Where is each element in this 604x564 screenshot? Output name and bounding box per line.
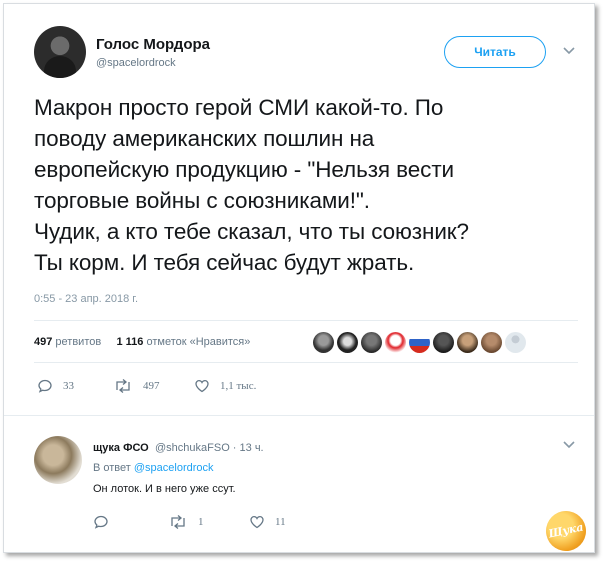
divider	[34, 362, 578, 363]
chevron-down-icon[interactable]	[562, 440, 576, 450]
tweet-text: Макрон просто герой СМИ какой-то. По пов…	[34, 95, 469, 275]
divider	[4, 415, 594, 416]
retweets-label: ретвитов	[55, 336, 102, 348]
heart-icon	[195, 379, 209, 393]
heart-icon	[250, 515, 264, 529]
retweet-icon	[116, 379, 130, 393]
author-display-name[interactable]: Голос Мордора	[96, 36, 210, 53]
reply-text: Он лоток. И в него уже ссут.	[93, 483, 236, 495]
divider	[34, 320, 578, 321]
reply-count: 33	[63, 380, 74, 392]
liker-avatar[interactable]	[481, 332, 502, 353]
like-action[interactable]: 1,1 тыс.	[194, 378, 256, 394]
tweet-timestamp[interactable]: 0:55 - 23 апр. 2018 г.	[34, 293, 138, 305]
liker-avatar[interactable]	[313, 332, 334, 353]
retweet-icon	[171, 515, 185, 529]
follow-button[interactable]: Читать	[444, 36, 546, 68]
reply-icon	[94, 515, 108, 529]
retweet-count: 497	[143, 380, 160, 392]
like-count: 11	[275, 516, 286, 528]
liker-avatar[interactable]	[337, 332, 358, 353]
like-action[interactable]: 11	[249, 514, 286, 530]
liker-avatar[interactable]	[385, 332, 406, 353]
author-handle[interactable]: @spacelordrock	[96, 57, 176, 69]
liker-avatar[interactable]	[457, 332, 478, 353]
reply-action[interactable]: 33	[37, 378, 74, 394]
like-count: 1,1 тыс.	[220, 380, 257, 392]
reply-icon	[38, 379, 52, 393]
likers-avatars	[313, 332, 526, 353]
tweet-card: Голос Мордора @spacelordrock Читать Макр…	[3, 3, 595, 555]
engagement-stats: 497 ретвитов 1 116 отметок «Нравится»	[34, 336, 250, 348]
liker-avatar[interactable]	[433, 332, 454, 353]
author-avatar[interactable]	[34, 26, 86, 78]
reply-author-display-name[interactable]: щука ФСО	[93, 442, 149, 454]
reply-to-handle-link[interactable]: @spacelordrock	[134, 462, 214, 474]
reply-action[interactable]	[93, 514, 109, 530]
retweet-action[interactable]: 497	[113, 378, 160, 394]
watermark-logo: Щука	[542, 507, 590, 555]
retweets-stat[interactable]: 497 ретвитов	[34, 336, 101, 348]
liker-avatar[interactable]	[409, 332, 430, 353]
likes-count: 1 116	[116, 336, 144, 348]
reply-to-line: В ответ @spacelordrock	[93, 462, 214, 474]
likes-stat[interactable]: 1 116 отметок «Нравится»	[116, 336, 250, 348]
reply-author-avatar[interactable]	[34, 436, 82, 484]
retweets-count: 497	[34, 336, 53, 348]
liker-avatar[interactable]	[505, 332, 526, 353]
likes-label: отметок «Нравится»	[146, 336, 251, 348]
retweet-action[interactable]: 1	[168, 514, 204, 530]
chevron-down-icon[interactable]	[562, 46, 576, 56]
reply-author-handle[interactable]: @shchukaFSO · 13 ч.	[155, 442, 264, 454]
reply-to-prefix: В ответ	[93, 462, 131, 474]
retweet-count: 1	[198, 516, 204, 528]
liker-avatar[interactable]	[361, 332, 382, 353]
